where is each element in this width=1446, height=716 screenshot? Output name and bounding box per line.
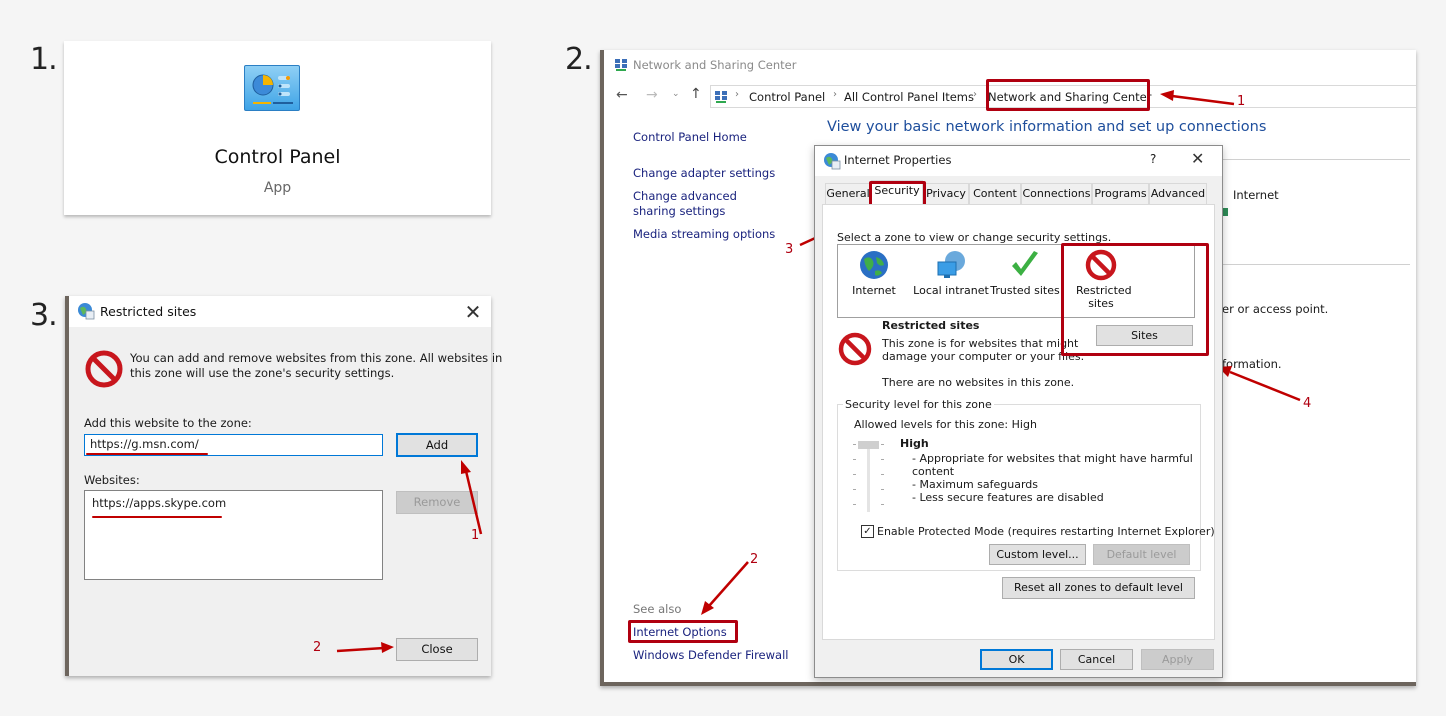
divider xyxy=(1210,264,1410,265)
access-point-text: er or access point. xyxy=(1222,302,1329,316)
zone-internet[interactable]: Internet xyxy=(842,249,906,297)
security-level-group-label: Security level for this zone xyxy=(843,398,994,411)
zone-description-line1: This zone is for websites that might xyxy=(882,337,1079,350)
apply-button[interactable]: Apply xyxy=(1141,649,1214,670)
address-network-icon xyxy=(714,89,728,108)
zone-description-line2: damage your computer or your files. xyxy=(882,350,1085,363)
tab-connections[interactable]: Connections xyxy=(1021,183,1092,204)
tab-general[interactable]: General xyxy=(825,183,871,204)
ok-button[interactable]: OK xyxy=(980,649,1053,670)
back-arrow-icon[interactable]: ← xyxy=(616,87,628,103)
sidebar-control-panel-home[interactable]: Control Panel Home xyxy=(633,130,747,144)
security-level-slider[interactable] xyxy=(853,438,884,514)
internet-properties-titlebar: Internet Properties ? ✕ xyxy=(815,146,1222,176)
annotation-number-4: 4 xyxy=(1303,396,1312,411)
annotation-box-restricted-zone xyxy=(1061,243,1209,356)
zone-label: Internet xyxy=(852,284,896,297)
internet-properties-dialog: Internet Properties ? ✕ General Security… xyxy=(814,145,1223,678)
zone-title: Restricted sites xyxy=(882,319,980,332)
zone-trusted-sites[interactable]: Trusted sites xyxy=(990,249,1060,297)
reset-all-zones-button[interactable]: Reset all zones to default level xyxy=(1002,577,1195,599)
connection-internet-label: Internet xyxy=(1233,188,1279,202)
annotation-number-1: 1 xyxy=(471,528,480,543)
level-detail: - Maximum safeguards xyxy=(912,478,1039,491)
sidebar-change-adapter[interactable]: Change adapter settings xyxy=(633,166,775,180)
allowed-levels-text: Allowed levels for this zone: High xyxy=(854,418,1037,431)
annotation-box-internet-options xyxy=(628,620,738,643)
step-number-3: 3. xyxy=(30,298,58,333)
sidebar-media-streaming[interactable]: Media streaming options xyxy=(633,227,775,241)
step-number-2: 2. xyxy=(565,42,593,77)
custom-level-button[interactable]: Custom level... xyxy=(989,544,1086,565)
annotation-number-2: 2 xyxy=(750,552,759,567)
zone-label: Local intranet xyxy=(913,284,989,297)
cancel-button[interactable]: Cancel xyxy=(1060,649,1133,670)
tab-advanced[interactable]: Advanced xyxy=(1149,183,1207,204)
level-detail: - Appropriate for websites that might ha… xyxy=(912,452,1193,465)
see-also-label: See also xyxy=(633,602,682,616)
main-heading: View your basic network information and … xyxy=(827,119,1267,135)
control-panel-subtitle: App xyxy=(263,180,292,196)
sidebar-defender-firewall[interactable]: Windows Defender Firewall xyxy=(633,648,788,662)
control-panel-title: Control Panel xyxy=(214,146,341,168)
slider-ticks xyxy=(881,444,884,506)
slider-track xyxy=(867,442,870,512)
close-icon[interactable]: ✕ xyxy=(1191,149,1204,168)
annotation-arrows xyxy=(336,460,483,653)
level-detail: content xyxy=(912,465,955,478)
default-level-button[interactable]: Default level xyxy=(1093,544,1190,565)
globe-icon xyxy=(860,251,888,279)
zone-label: Trusted sites xyxy=(990,284,1060,297)
breadcrumb-separator-icon: › xyxy=(973,89,977,100)
network-icon xyxy=(614,57,628,76)
zone-local-intranet[interactable]: Local intranet xyxy=(912,249,990,297)
internet-options-icon xyxy=(823,152,841,174)
level-detail: - Less secure features are disabled xyxy=(912,491,1104,504)
tab-content[interactable]: Content xyxy=(969,183,1021,204)
network-window-title: Network and Sharing Center xyxy=(633,58,797,72)
restricted-sites-dialog: Restricted sites ✕ You can add and remov… xyxy=(65,296,502,676)
recent-chevron-icon[interactable]: ⌄ xyxy=(672,89,680,99)
zone-empty-text: There are no websites in this zone. xyxy=(882,376,1075,389)
breadcrumb-separator-icon: › xyxy=(833,89,837,100)
sidebar-advanced-sharing[interactable]: Change advanced sharing settings xyxy=(633,189,783,219)
green-checkmark-icon xyxy=(1012,251,1038,276)
security-level-name: High xyxy=(900,437,929,450)
breadcrumb-all-items[interactable]: All Control Panel Items xyxy=(844,90,974,104)
internet-properties-title: Internet Properties xyxy=(844,153,952,167)
tab-privacy[interactable]: Privacy xyxy=(923,183,969,204)
divider xyxy=(1210,159,1410,160)
help-button[interactable]: ? xyxy=(1150,152,1156,166)
protected-mode-checkbox[interactable]: ✓ xyxy=(861,525,874,538)
slider-ticks xyxy=(853,444,856,506)
up-arrow-icon[interactable]: ↑ xyxy=(690,86,702,102)
breadcrumb-control-panel[interactable]: Control Panel xyxy=(749,90,825,104)
information-text: formation. xyxy=(1222,357,1282,371)
annotation-number-2: 2 xyxy=(313,640,322,655)
tab-programs[interactable]: Programs xyxy=(1092,183,1149,204)
control-panel-icon xyxy=(244,65,300,111)
protected-mode-label: Enable Protected Mode (requires restarti… xyxy=(877,525,1215,538)
breadcrumb-separator-icon: › xyxy=(735,89,739,100)
annotation-number-3: 3 xyxy=(785,242,794,257)
forward-arrow-icon[interactable]: → xyxy=(646,87,658,103)
annotation-box-breadcrumb xyxy=(986,79,1150,111)
slider-thumb[interactable] xyxy=(858,441,879,449)
step-number-1: 1. xyxy=(30,42,58,77)
intranet-globe-monitor-icon xyxy=(937,251,965,278)
restricted-no-entry-icon xyxy=(838,332,872,370)
annotation-number-1: 1 xyxy=(1237,94,1246,109)
control-panel-search-result[interactable]: Control Panel App xyxy=(64,41,491,215)
